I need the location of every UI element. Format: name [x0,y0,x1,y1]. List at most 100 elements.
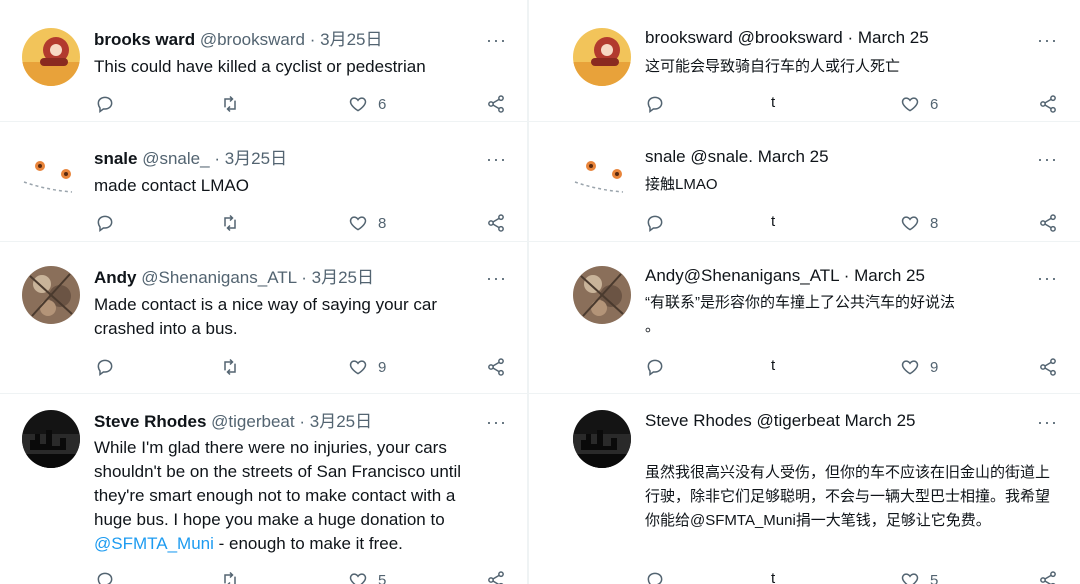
english-timeline: brooks ward @brooksward · 3月25日 ··· This… [0,0,527,584]
share-button[interactable] [1038,94,1058,114]
more-options-icon[interactable]: ··· [486,150,507,168]
avatar[interactable] [22,410,80,468]
reply-button[interactable] [645,94,665,114]
tweet-header: Andy @Shenanigans_ATL · 3月25日 [94,267,374,289]
heart-icon [901,97,919,112]
more-options-icon[interactable]: ··· [1037,150,1058,168]
display-name[interactable]: snale [94,149,137,168]
reply-icon [647,215,663,232]
avatar[interactable] [573,266,631,324]
like-button[interactable]: 9 [900,357,938,377]
display-name[interactable]: Steve Rhodes [94,412,206,431]
retweet-button[interactable]: t [771,570,775,584]
like-button[interactable]: 8 [348,213,386,233]
tweet[interactable]: Andy@Shenanigans_ATL · March 25 ··· “有联系… [529,242,1080,394]
display-name[interactable]: Andy [94,268,137,287]
tweet-header[interactable]: snale @snale. March 25 [645,146,829,168]
reply-icon [647,96,663,113]
display-name[interactable]: brooks ward [94,30,195,49]
reply-icon [97,96,113,113]
more-options-icon[interactable]: ··· [1037,413,1058,431]
retweet-button[interactable]: t [771,213,775,230]
more-options-icon[interactable]: ··· [1037,269,1058,287]
tweet-header[interactable]: brooksward @brooksward · March 25 [645,27,929,49]
like-count: 6 [378,95,387,113]
tweet[interactable]: brooksward @brooksward · March 25 ··· 这可… [529,0,1080,122]
share-button[interactable] [486,94,506,114]
retweet-button[interactable] [220,570,240,584]
reply-button[interactable] [645,570,665,584]
tweet[interactable]: snale @snale_ · 3月25日 ··· made contact L… [0,122,527,242]
share-button[interactable] [486,213,506,233]
retweet-button[interactable] [220,357,240,377]
timestamp[interactable]: 3月25日 [312,268,374,287]
share-icon [488,95,504,113]
handle[interactable]: @snale_ [142,149,209,168]
like-button[interactable]: 9 [348,357,386,377]
tweet-text-line: shouldn't be on the streets of San Franc… [94,462,462,481]
tweet-actions: 5 [0,570,527,584]
reply-button[interactable] [645,213,665,233]
share-button[interactable] [486,357,506,377]
more-options-icon[interactable]: ··· [486,31,507,49]
reply-button[interactable] [95,570,115,584]
tweet-text: 虽然我很高兴没有人受伤，但你的车不应该在旧金山的街道上 行驶，除非它们足够聪明，… [645,461,1050,533]
share-button[interactable] [1038,213,1058,233]
tweet-header[interactable]: Andy@Shenanigans_ATL · March 25 [645,265,925,287]
more-options-icon[interactable]: ··· [486,269,507,287]
share-button[interactable] [1038,357,1058,377]
like-count: 8 [930,214,939,232]
heart-icon [349,216,367,231]
tweet[interactable]: brooks ward @brooksward · 3月25日 ··· This… [0,0,527,122]
avatar[interactable] [573,146,631,204]
more-options-icon[interactable]: ··· [1037,31,1058,49]
like-button[interactable]: 5 [900,570,938,584]
share-button[interactable] [486,570,506,584]
tweet[interactable]: Andy @Shenanigans_ATL · 3月25日 ··· Made c… [0,242,527,394]
like-button[interactable]: 5 [348,570,386,584]
tweet-text-line: This could have killed a cyclist or pede… [94,57,426,76]
timestamp[interactable]: 3月25日 [320,30,382,49]
avatar[interactable] [22,146,80,204]
handle[interactable]: @Shenanigans_ATL [141,268,296,287]
like-count: 8 [378,214,387,232]
avatar[interactable] [22,28,80,86]
handle[interactable]: @brooksward [200,30,305,49]
reply-button[interactable] [95,357,115,377]
tweet-header: brooks ward @brooksward · 3月25日 [94,29,382,51]
tweet[interactable]: snale @snale. March 25 ··· 接触LMAO t 8 [529,122,1080,242]
retweet-button[interactable] [220,94,240,114]
share-button[interactable] [1038,570,1058,584]
retweet-label: t [771,357,776,374]
avatar[interactable] [573,28,631,86]
tweet-header[interactable]: Steve Rhodes @tigerbeat March 25 [645,410,916,432]
retweet-button[interactable]: t [771,94,775,111]
retweet-button[interactable] [220,213,240,233]
heart-icon [901,216,919,231]
reply-button[interactable] [95,213,115,233]
tweet-text: While I'm glad there were no injuries, y… [94,436,499,556]
reply-button[interactable] [645,357,665,377]
share-icon [1040,95,1056,113]
timestamp[interactable]: 3月25日 [225,149,287,168]
mention-link[interactable]: @SFMTA_Muni [94,534,214,553]
share-icon [1040,358,1056,376]
tweet[interactable]: Steve Rhodes @tigerbeat March 25 ··· 虽然我… [529,394,1080,584]
more-options-icon[interactable]: ··· [486,413,507,431]
tweet-actions: 8 [0,213,527,235]
timestamp[interactable]: 3月25日 [310,412,372,431]
avatar[interactable] [573,410,631,468]
like-button[interactable]: 6 [348,94,386,114]
avatar[interactable] [22,266,80,324]
tweet[interactable]: Steve Rhodes @tigerbeat · 3月25日 ··· Whil… [0,394,527,584]
tweet-text-line: 接触LMAO [645,176,718,193]
like-button[interactable]: 6 [900,94,938,114]
share-icon [488,571,504,584]
retweet-button[interactable]: t [771,357,775,374]
handle[interactable]: @tigerbeat [211,412,294,431]
tweet-text: “有联系”是形容你的车撞上了公共汽车的好说法 。 [645,291,1050,339]
tweet-text-line: @SFMTA_Muni - enough to make it free. [94,532,499,556]
reply-icon [97,215,113,232]
reply-button[interactable] [95,94,115,114]
like-button[interactable]: 8 [900,213,938,233]
